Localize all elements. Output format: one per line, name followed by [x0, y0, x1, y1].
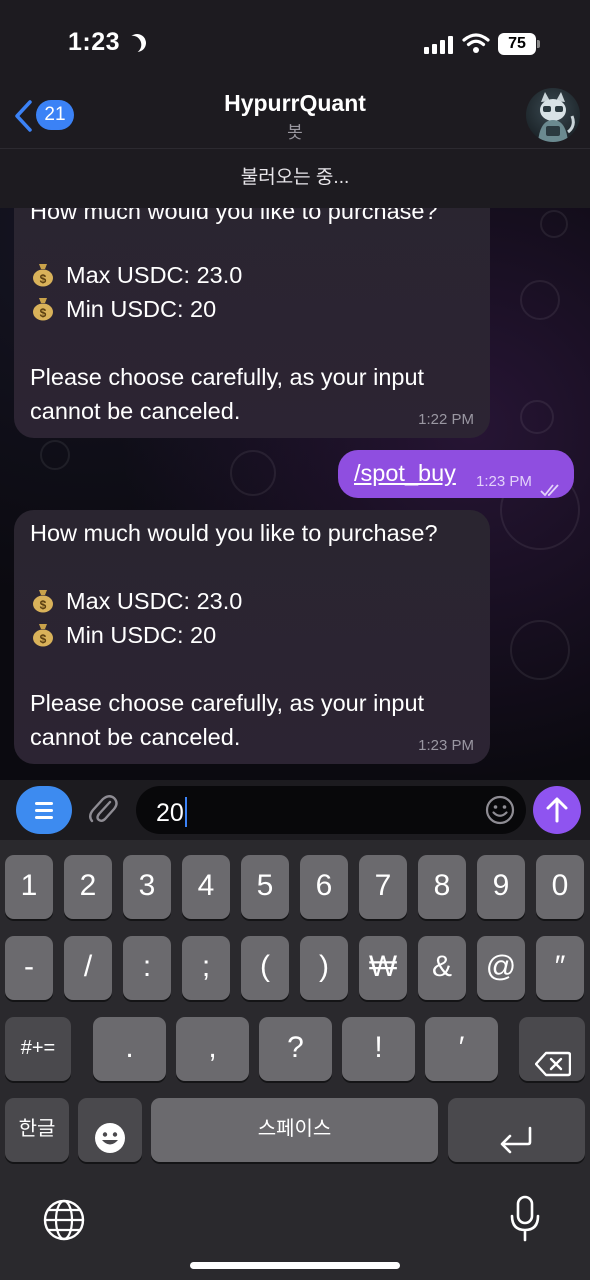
key-colon[interactable]: : — [123, 936, 171, 1000]
cellular-signal-icon — [424, 36, 454, 54]
svg-text:$: $ — [40, 272, 47, 286]
key-comma[interactable]: , — [176, 1017, 249, 1081]
message-input-value: 20 — [156, 799, 184, 827]
key-slash[interactable]: / — [64, 936, 112, 1000]
key-double-prime[interactable]: ″ — [536, 936, 584, 1000]
return-icon — [498, 1115, 534, 1177]
svg-text:$: $ — [40, 632, 47, 646]
key-return[interactable] — [448, 1098, 585, 1162]
chat-header: 21 HypurrQuant 봇 — [0, 86, 590, 148]
key-8[interactable]: 8 — [418, 855, 466, 919]
key-period[interactable]: . — [93, 1017, 166, 1081]
status-time: 1:23 — [68, 28, 121, 56]
key-4[interactable]: 4 — [182, 855, 230, 919]
key-question[interactable]: ? — [259, 1017, 332, 1081]
money-bag-icon: $ — [30, 621, 56, 647]
max-usdc-line: $ Max USDC: 23.0 — [30, 258, 474, 292]
message-line: Please choose carefully, as your input — [30, 364, 425, 390]
message-time: 1:23 PM — [476, 473, 532, 490]
backspace-icon — [534, 1037, 572, 1099]
message-time: 1:23 PM — [418, 737, 474, 754]
money-bag-icon: $ — [30, 587, 56, 613]
svg-text:$: $ — [40, 598, 47, 612]
chat-title[interactable]: HypurrQuant — [0, 90, 590, 117]
status-bar: 1:23 75 — [0, 0, 590, 86]
key-emoji[interactable] — [78, 1098, 142, 1162]
key-symbols-toggle[interactable]: #+= — [5, 1017, 71, 1081]
key-semicolon[interactable]: ; — [182, 936, 230, 1000]
home-indicator — [190, 1262, 400, 1269]
incoming-message[interactable]: How much would you like to purchase? $ M… — [14, 510, 490, 764]
key-at[interactable]: @ — [477, 936, 525, 1000]
key-6[interactable]: 6 — [300, 855, 348, 919]
message-line: Please choose carefully, as your input — [30, 690, 425, 716]
send-arrow-icon — [544, 796, 570, 829]
max-usdc-line: $ Max USDC: 23.0 — [30, 584, 474, 618]
loading-banner: 불러오는 중... — [0, 148, 590, 208]
microphone-icon[interactable] — [508, 1194, 542, 1244]
key-space[interactable]: 스페이스 — [151, 1098, 438, 1162]
money-bag-icon: $ — [30, 295, 56, 321]
emoji-keyboard-icon — [94, 1114, 126, 1176]
command-link[interactable]: /spot_buy — [354, 456, 456, 490]
text-caret — [184, 797, 188, 827]
message-line: cannot be canceled. — [30, 724, 241, 750]
key-7[interactable]: 7 — [359, 855, 407, 919]
emoji-icon[interactable] — [484, 794, 516, 826]
globe-icon[interactable] — [42, 1198, 86, 1242]
key-open-paren[interactable]: ( — [241, 936, 289, 1000]
key-exclamation[interactable]: ! — [342, 1017, 415, 1081]
key-korean-language[interactable]: 한글 — [5, 1098, 69, 1162]
key-ampersand[interactable]: & — [418, 936, 466, 1000]
keyboard: 1 2 3 4 5 6 7 8 9 0 - / : ; ( ) ₩ & @ ″ … — [0, 840, 590, 1280]
key-close-paren[interactable]: ) — [300, 936, 348, 1000]
message-line: cannot be canceled. — [30, 398, 241, 424]
key-1[interactable]: 1 — [5, 855, 53, 919]
message-time: 1:22 PM — [418, 411, 474, 428]
chat-subtitle: 봇 — [287, 123, 303, 142]
key-2[interactable]: 2 — [64, 855, 112, 919]
min-usdc-line: $ Min USDC: 20 — [30, 618, 474, 652]
outgoing-message[interactable]: /spot_buy 1:23 PM — [338, 450, 574, 498]
key-won[interactable]: ₩ — [359, 936, 407, 1000]
key-backspace[interactable] — [519, 1017, 585, 1081]
min-usdc-line: $ Min USDC: 20 — [30, 292, 474, 326]
battery-indicator: 75 — [498, 33, 540, 55]
key-5[interactable]: 5 — [241, 855, 289, 919]
key-prime[interactable]: ′ — [425, 1017, 498, 1081]
key-9[interactable]: 9 — [477, 855, 525, 919]
menu-icon — [35, 802, 53, 805]
svg-text:$: $ — [40, 306, 47, 320]
moon-icon — [125, 31, 148, 54]
key-0[interactable]: 0 — [536, 855, 584, 919]
wifi-icon — [462, 32, 490, 59]
bot-menu-button[interactable] — [16, 786, 72, 834]
key-hyphen[interactable]: - — [5, 936, 53, 1000]
message-input[interactable]: 20 — [136, 786, 526, 834]
key-3[interactable]: 3 — [123, 855, 171, 919]
paperclip-icon[interactable] — [88, 792, 118, 826]
bot-avatar[interactable] — [526, 88, 580, 142]
send-button[interactable] — [533, 786, 581, 834]
read-checks-icon — [540, 472, 564, 506]
message-composer: 20 — [0, 780, 590, 840]
money-bag-icon: $ — [30, 261, 56, 287]
incoming-message[interactable]: How much would you like to purchase? $ M… — [14, 170, 490, 438]
message-line: How much would you like to purchase? — [30, 520, 438, 546]
